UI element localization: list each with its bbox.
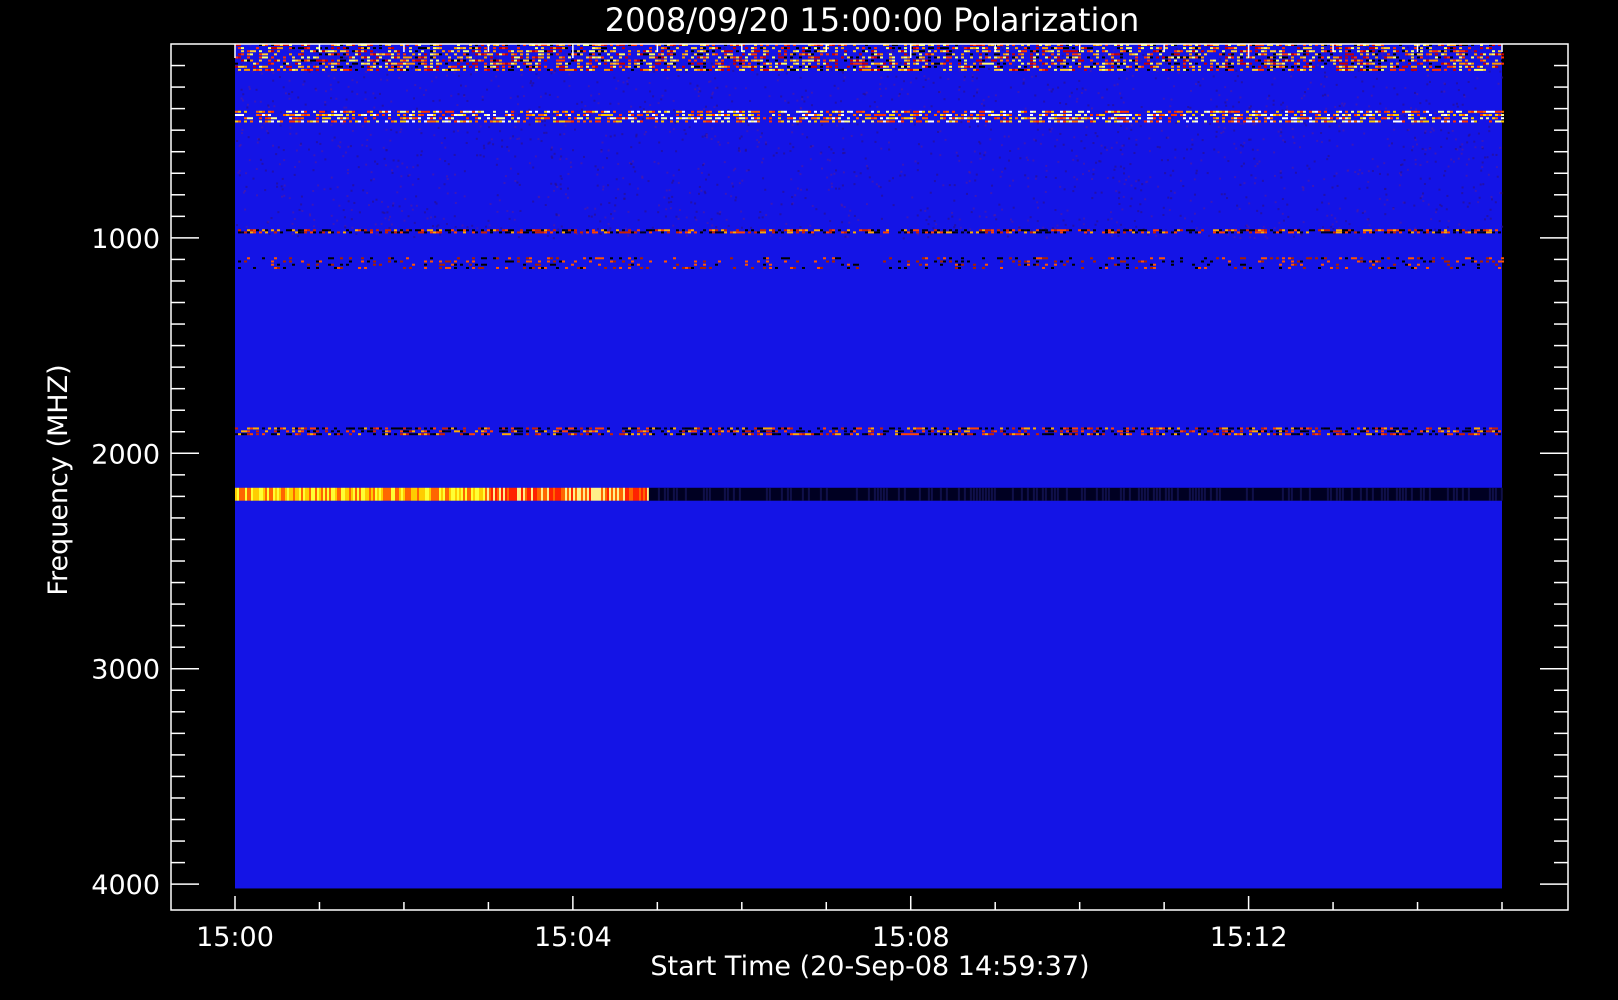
y-tick-label: 1000 (91, 224, 160, 255)
chart-title: 2008/09/20 15:00:00 Polarization (605, 1, 1139, 39)
x-tick-label: 15:08 (872, 922, 950, 953)
spectrogram-chart: 2008/09/20 15:00:00 Polarization 15:00 15… (0, 0, 1618, 1000)
y-tick-label: 3000 (91, 655, 160, 686)
heatmap-image (235, 44, 1504, 889)
heatmap-background (235, 44, 1502, 889)
x-tick-label: 15:04 (534, 922, 612, 953)
y-axis-label: Frequency (MHZ) (43, 364, 74, 595)
y-tick-label: 4000 (91, 870, 160, 901)
heatmap-band-5 (235, 487, 649, 501)
heatmap-band-6 (648, 487, 1503, 501)
x-tick-label: 15:00 (196, 922, 274, 953)
x-tick-label: 15:12 (1210, 922, 1288, 953)
x-axis-label: Start Time (20-Sep-08 14:59:37) (650, 951, 1089, 982)
y-tick-label: 2000 (91, 439, 160, 470)
